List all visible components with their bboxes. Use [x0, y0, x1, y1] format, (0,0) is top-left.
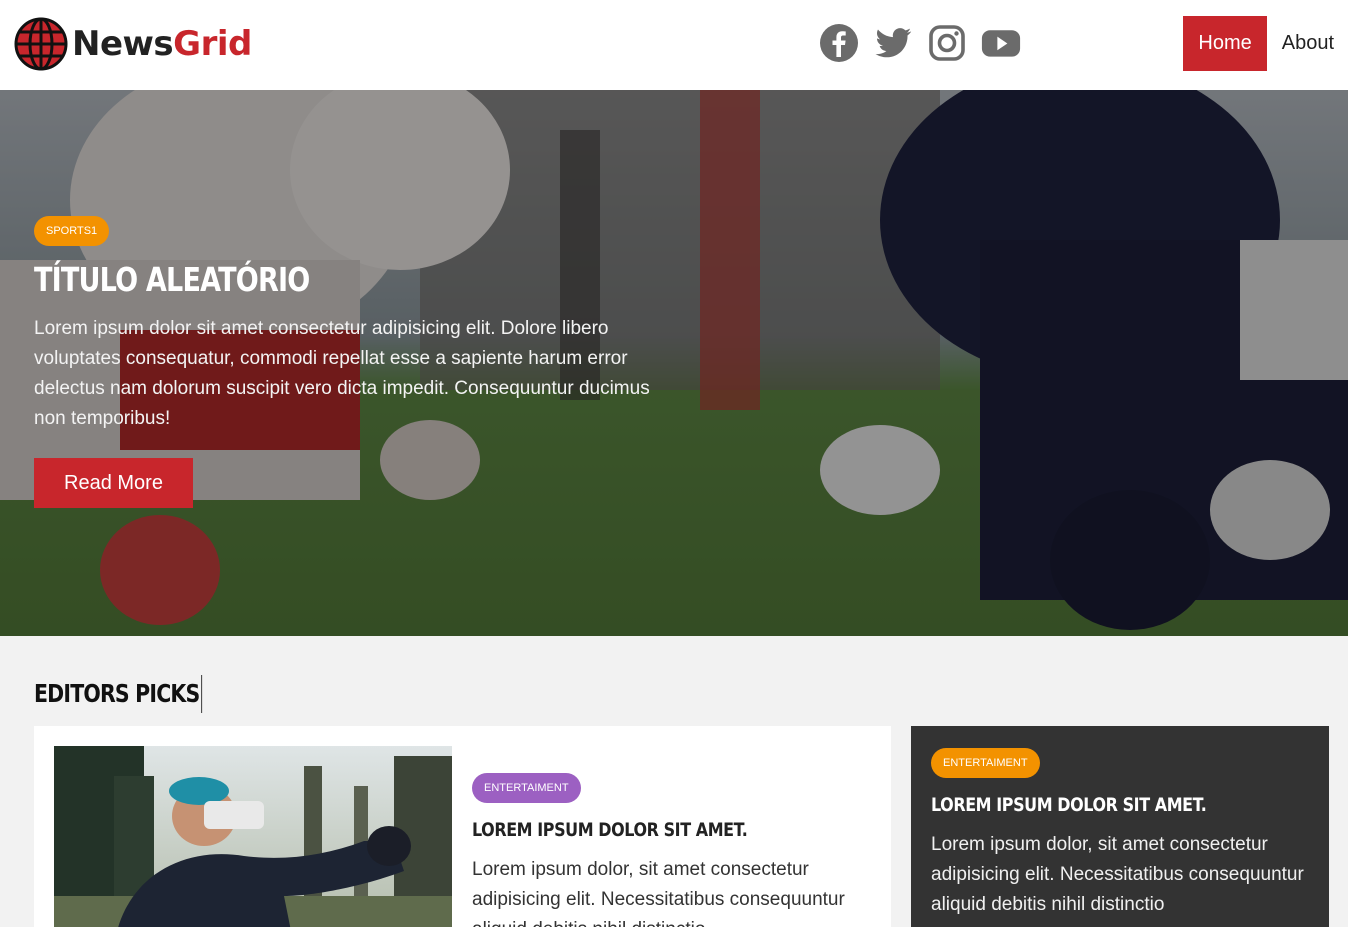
- navbar: NewsGrid Home About: [0, 0, 1348, 90]
- facebook-icon[interactable]: [818, 22, 860, 64]
- globe-logo-icon: [14, 17, 68, 71]
- hero-content: sports1 Título Aleatório Lorem ipsum dol…: [34, 216, 674, 508]
- vr-man-image: [54, 746, 452, 927]
- card-side-badge[interactable]: entertaiment: [931, 748, 1040, 778]
- card-main-body: entertaiment Lorem ipsum dolor sit amet.…: [472, 773, 872, 927]
- twitter-icon[interactable]: [872, 22, 914, 64]
- hero-title: Título Aleatório: [34, 260, 310, 299]
- logo-text-part1: News: [72, 24, 174, 64]
- editors-pick-card-main[interactable]: entertaiment Lorem ipsum dolor sit amet.…: [34, 726, 891, 927]
- editors-picks-title: Editors Picks: [34, 675, 202, 713]
- card-main-badge[interactable]: entertaiment: [472, 773, 581, 803]
- card-main-text: Lorem ipsum dolor, sit amet consectetur …: [472, 859, 845, 927]
- card-side-text: Lorem ipsum dolor, sit amet consectetur …: [931, 834, 1304, 915]
- card-main-title[interactable]: Lorem ipsum dolor sit amet.: [472, 819, 808, 841]
- youtube-icon[interactable]: [980, 22, 1022, 64]
- instagram-icon[interactable]: [926, 22, 968, 64]
- nav-about[interactable]: About: [1267, 16, 1348, 71]
- social-links: [818, 22, 1022, 64]
- logo[interactable]: NewsGrid: [14, 17, 252, 71]
- read-more-button[interactable]: Read More: [34, 458, 193, 508]
- card-side-title[interactable]: Lorem ipsum dolor sit amet.: [931, 794, 1250, 816]
- nav-home[interactable]: Home: [1183, 16, 1267, 71]
- hero-section: sports1 Título Aleatório Lorem ipsum dol…: [0, 90, 1348, 636]
- editors-pick-card-side[interactable]: entertaiment Lorem ipsum dolor sit amet.…: [911, 726, 1329, 927]
- hero-category-badge[interactable]: sports1: [34, 216, 110, 246]
- main-nav: Home About: [1183, 16, 1348, 71]
- logo-text: NewsGrid: [72, 24, 252, 64]
- logo-text-part2: Grid: [173, 24, 252, 64]
- card-side-body: entertaiment Lorem ipsum dolor sit amet.…: [931, 748, 1311, 920]
- hero-text: Lorem ipsum dolor sit amet consectetur a…: [34, 318, 650, 429]
